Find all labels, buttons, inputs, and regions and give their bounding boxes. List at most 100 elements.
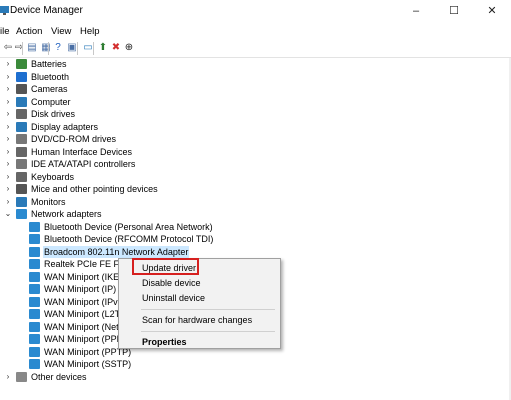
tree-item-label: Bluetooth [31, 71, 70, 82]
menu-file[interactable]: ile [0, 26, 10, 37]
menu-action[interactable]: Action [16, 26, 42, 37]
expand-arrow-icon[interactable]: › [4, 96, 12, 108]
tree-category[interactable]: › Batteries [0, 58, 511, 71]
context-menu-item[interactable]: Disable device [119, 276, 280, 291]
expand-arrow-icon[interactable]: › [4, 121, 12, 133]
expand-arrow-icon[interactable]: › [4, 146, 12, 158]
network-adapter-icon [29, 309, 40, 319]
context-menu-item[interactable]: Scan for hardware changes [119, 313, 280, 328]
toolbar: ⇦ ⇨ ▤ ▦? ▣ ▭ ⬆ ✖ ⊕ [0, 40, 511, 58]
network-adapter-icon [29, 271, 40, 282]
expand-arrow-icon[interactable]: › [4, 71, 12, 83]
tree-category[interactable]: › Disk drives [0, 108, 511, 121]
collapse-arrow-icon[interactable]: ⌄ [4, 208, 12, 220]
expand-arrow-icon[interactable]: › [4, 133, 12, 145]
forward-icon[interactable]: ⇨ [13, 42, 25, 54]
bluetooth-icon [16, 71, 27, 82]
network-adapter-icon [29, 334, 40, 344]
expand-arrow-icon[interactable]: › [4, 83, 12, 95]
disk-icon [16, 109, 27, 119]
network-icon [16, 209, 27, 219]
tree-item-label: Monitors [31, 196, 66, 207]
network-adapter-icon [29, 246, 40, 257]
tree-item-label: Computer [31, 96, 71, 107]
tree-item-label: WAN Miniport (Netw [44, 321, 126, 332]
tree-item-label: Broadcom 802.11n Network Adapter [43, 245, 190, 258]
network-adapter-icon [29, 284, 40, 294]
context-menu-item-label: Scan for hardware changes [142, 315, 253, 325]
tree-category[interactable]: › Cameras [0, 83, 511, 96]
tree-item-label: Cameras [31, 84, 68, 94]
tree-item-label: Batteries [31, 59, 67, 69]
tree-device[interactable]: Broadcom 802.11n Network Adapter [0, 245, 511, 258]
maximize-button[interactable]: ☐ [435, 0, 473, 22]
expand-arrow-icon[interactable]: › [4, 58, 12, 70]
title-bar: Device Manager – ☐ ✕ [0, 0, 511, 22]
tree-item-label: Disk drives [31, 109, 76, 119]
display-icon [16, 121, 27, 132]
toolbar-separator [77, 42, 78, 55]
expand-arrow-icon[interactable]: › [4, 171, 12, 183]
toolbar-separator [22, 42, 23, 55]
expand-arrow-icon[interactable]: › [4, 371, 12, 383]
tree-device[interactable]: Bluetooth Device (Personal Area Network) [0, 221, 511, 234]
window-title: Device Manager [10, 5, 83, 16]
expand-arrow-icon[interactable]: › [4, 108, 12, 120]
tree-device[interactable]: Bluetooth Device (RFCOMM Protocol TDI) [0, 233, 511, 246]
toolbar-separator [93, 42, 94, 55]
dvd-icon [16, 134, 27, 144]
tree-category[interactable]: › DVD/CD-ROM drives [0, 133, 511, 146]
update-driver-highlight [132, 258, 199, 275]
close-button[interactable]: ✕ [473, 0, 511, 22]
tree-category[interactable]: › Display adapters [0, 121, 511, 134]
expand-arrow-icon[interactable]: › [4, 196, 12, 208]
tree-item-label: Human Interface Devices [31, 146, 133, 157]
minimize-button[interactable]: – [397, 0, 435, 22]
tree-device[interactable]: WAN Miniport (SSTP) [0, 358, 511, 371]
tree-category[interactable]: › Keyboards [0, 171, 511, 184]
properties-icon[interactable]: ▤ [26, 42, 38, 54]
expand-arrow-icon[interactable]: › [4, 158, 12, 170]
mouse-icon [16, 184, 27, 194]
menu-separator [141, 309, 275, 310]
network-adapter-icon [29, 259, 40, 269]
tree-category[interactable]: › Computer [0, 96, 511, 109]
context-menu-item-label: Uninstall device [142, 293, 206, 303]
ide-icon [16, 159, 27, 169]
computer-icon [16, 96, 27, 107]
scan-icon[interactable]: ⊕ [123, 42, 135, 54]
battery-icon [16, 59, 27, 69]
tree-item-label: Other devices [31, 371, 87, 382]
tree-category[interactable]: › Bluetooth [0, 71, 511, 84]
context-menu-item[interactable]: Uninstall device [119, 291, 280, 306]
tree-item-label: WAN Miniport (IKEv [44, 271, 124, 282]
update-driver-icon[interactable]: ⬆ [97, 42, 109, 54]
tree-item-label: Display adapters [31, 121, 99, 132]
network-adapter-icon [29, 346, 40, 357]
tree-item-label: Network adapters [31, 209, 102, 219]
tree-category[interactable]: › Human Interface Devices [0, 146, 511, 159]
context-menu-item[interactable]: Properties [119, 335, 280, 350]
help-icon[interactable]: ? [52, 42, 64, 54]
tree-category[interactable]: › Monitors [0, 196, 511, 209]
uninstall-icon[interactable]: ✖ [110, 42, 122, 54]
menu-bar: ile Action View Help [0, 22, 511, 40]
tree-item-label: Keyboards [31, 171, 75, 182]
context-menu-item-label: Disable device [142, 278, 201, 288]
camera-icon [16, 84, 27, 94]
tree-category[interactable]: ⌄ Network adapters [0, 208, 511, 221]
tree-category[interactable]: › Mice and other pointing devices [0, 183, 511, 196]
hid-icon [16, 146, 27, 157]
expand-arrow-icon[interactable]: › [4, 183, 12, 195]
tree-category[interactable]: › Other devices [0, 371, 511, 384]
menu-help[interactable]: Help [80, 26, 100, 37]
tree-category[interactable]: › IDE ATA/ATAPI controllers [0, 158, 511, 171]
network-adapter-icon [29, 296, 40, 307]
network-adapter-icon [29, 321, 40, 332]
network-adapter-icon [29, 359, 40, 369]
tree-item-label: WAN Miniport (SSTP) [44, 359, 132, 369]
tree-item-label: WAN Miniport (PPP [44, 334, 123, 344]
list-icon[interactable]: ▦ [40, 42, 52, 54]
tree-item-label: Bluetooth Device (Personal Area Network) [44, 221, 213, 232]
menu-view[interactable]: View [51, 26, 71, 37]
